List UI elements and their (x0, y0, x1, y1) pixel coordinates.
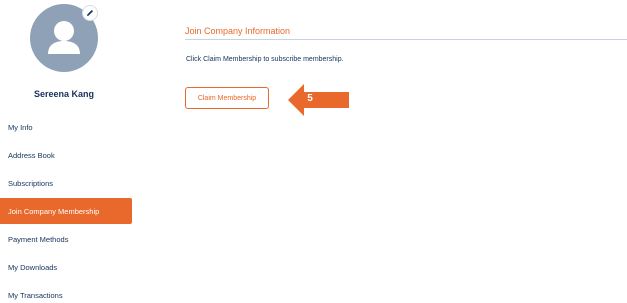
user-name: Sereena Kang (33, 89, 95, 99)
section-title: Join Company Information (185, 26, 291, 36)
title-divider (185, 39, 627, 40)
sidebar-item-my-downloads[interactable]: My Downloads (0, 254, 132, 280)
sidebar-item-my-transactions[interactable]: My Transactions (0, 282, 132, 303)
sidebar-item-my-info[interactable]: My Info (0, 114, 132, 140)
instruction-text: Click Claim Membership to subscribe memb… (186, 56, 344, 63)
sidebar-item-address-book[interactable]: Address Book (0, 142, 132, 168)
sidebar-item-join-company-membership[interactable]: Join Company Membership (0, 198, 132, 224)
pencil-icon (87, 10, 93, 16)
sidebar-item-payment-methods[interactable]: Payment Methods (0, 226, 132, 252)
claim-membership-button[interactable]: Claim Membership (185, 87, 269, 109)
sidebar-item-subscriptions[interactable]: Subscriptions (0, 170, 132, 196)
sidebar: Sereena Kang My Info Address Book Subscr… (0, 0, 135, 303)
edit-avatar-button[interactable] (82, 5, 98, 21)
step-number-badge: 5 (307, 93, 313, 104)
page: Sereena Kang My Info Address Book Subscr… (0, 0, 627, 303)
